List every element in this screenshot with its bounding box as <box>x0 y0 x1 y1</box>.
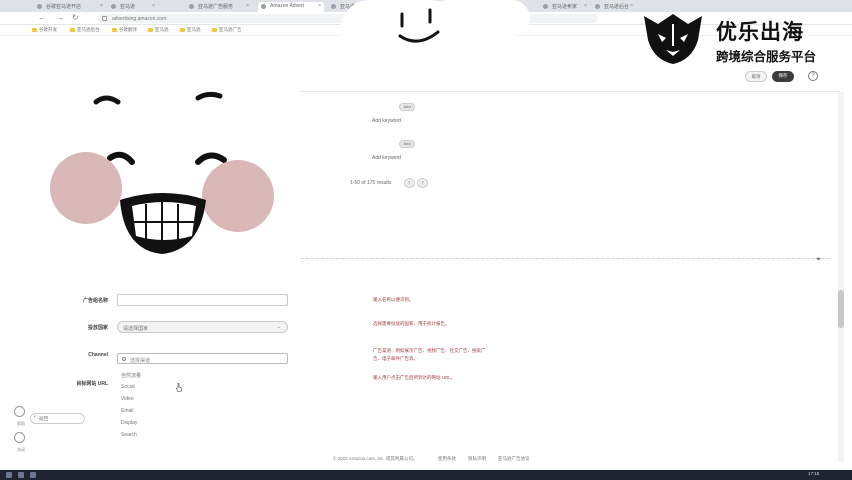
scrollbar-thumb[interactable] <box>838 290 844 328</box>
browser-tab[interactable]: 谷歌亚马逊开店 × <box>34 2 106 12</box>
rail-label-help: 帮助 <box>17 421 25 426</box>
dropdown-option[interactable]: Email <box>121 408 134 414</box>
browser-tab-active[interactable]: Amazon Advert × <box>258 2 324 12</box>
favicon-icon <box>543 4 548 9</box>
bookmark-item[interactable]: 谷歌开发 <box>32 27 57 33</box>
footer-link[interactable]: 使用条款 <box>438 456 456 462</box>
favicon-icon <box>37 4 42 9</box>
help-icon[interactable]: ? <box>808 71 818 81</box>
smile-sticker <box>398 8 440 43</box>
save-button[interactable]: 保存 <box>772 71 794 82</box>
help-text: 输入名称以便识别。 <box>373 297 414 302</box>
forward-icon[interactable]: → <box>56 14 64 22</box>
start-icon[interactable] <box>6 472 12 478</box>
add-keyword-button[interactable]: Add <box>399 103 415 111</box>
footer-link[interactable]: 隐私声明 <box>468 456 486 462</box>
bookmark-item[interactable]: 亚马逊广告 <box>212 27 242 33</box>
bookmark-item[interactable]: 亚马逊 <box>180 27 201 33</box>
rail-label-close: 关闭 <box>17 447 25 452</box>
help-icon[interactable] <box>14 406 25 417</box>
close-tab-icon[interactable]: × <box>246 3 249 9</box>
favicon-icon <box>189 4 194 9</box>
bookmark-item[interactable]: 亚马逊 <box>148 27 169 33</box>
brand-name: 优乐出海 <box>716 20 804 44</box>
chevron-down-icon: ⌄ <box>276 324 281 330</box>
dropdown-option[interactable]: Social <box>121 384 135 390</box>
country-label: 投放国家 <box>87 325 108 331</box>
scrollbar-track[interactable] <box>838 92 844 462</box>
hand-cursor-icon <box>176 383 182 392</box>
channel-label: Channel <box>88 352 108 358</box>
pagination-summary: 1-50 of 175 results <box>350 180 392 186</box>
add-keyword-link[interactable]: Add keyword <box>372 118 401 124</box>
favicon-icon <box>111 4 116 9</box>
settings-icon[interactable] <box>14 432 25 443</box>
cancel-button[interactable]: 取消 <box>745 71 767 82</box>
app-icon[interactable] <box>18 472 24 478</box>
taskbar: 17:15 <box>0 470 852 480</box>
brand-watermark: 优乐出海 跨境综合服务平台 <box>636 8 846 68</box>
browser-tab[interactable]: 亚马逊广告服务 × <box>186 2 252 12</box>
lion-logo-icon <box>644 14 702 64</box>
target-url-label: 目标网站 URL <box>76 381 108 387</box>
help-text: 广告渠道：例如展示广告、视频广告、社交广告、搜索广告、电子邮件广告等。 <box>373 348 486 361</box>
channel-dropdown: 自然流量 Social Video Email Display Search <box>117 366 177 448</box>
close-tab-icon[interactable]: × <box>584 3 587 9</box>
help-text: 选择需要投放的国家，用于统计报告。 <box>373 321 450 326</box>
lock-icon <box>102 16 107 21</box>
dropdown-option[interactable]: Search <box>121 432 137 438</box>
close-tab-icon[interactable]: × <box>152 3 155 9</box>
browser-tab[interactable]: 亚马逊卖家 × <box>540 2 590 12</box>
channel-search-input[interactable]: 选择渠道 <box>117 353 288 364</box>
bookmark-item[interactable]: 谷歌翻译 <box>112 27 137 33</box>
favicon-icon <box>331 4 336 9</box>
close-tab-icon[interactable]: × <box>630 3 633 9</box>
add-keyword-link[interactable]: Add keyword <box>372 155 401 161</box>
brand-subtitle: 跨境综合服务平台 <box>716 49 817 64</box>
back-icon[interactable]: ← <box>38 14 46 22</box>
taskbar-clock: 17:15 <box>808 471 820 476</box>
reload-icon[interactable]: ↻ <box>72 14 79 22</box>
scroll-arrows-icon[interactable]: ◂▸ <box>816 256 821 262</box>
country-select[interactable]: 请选择国家 ⌄ <box>117 321 288 333</box>
bookmark-item[interactable]: 亚马逊后台 <box>70 27 100 33</box>
favicon-icon <box>595 4 600 9</box>
back-button[interactable]: 返回 <box>30 413 85 424</box>
next-page-button[interactable]: › <box>417 178 428 188</box>
app-icon[interactable] <box>30 472 36 478</box>
dropdown-option[interactable]: Display <box>121 420 137 426</box>
favicon-icon <box>261 4 266 9</box>
help-text: 输入用户点击广告后所到达的网站 URL。 <box>373 375 456 380</box>
ad-group-name-input[interactable] <box>117 294 288 306</box>
dropdown-option[interactable]: 自然流量 <box>121 372 141 379</box>
footer-link[interactable]: 亚马逊广告协议 <box>498 456 530 462</box>
laughing-face-sticker <box>50 91 274 254</box>
close-tab-icon[interactable]: × <box>100 3 103 9</box>
browser-tab[interactable]: 亚马逊后台× <box>592 2 636 12</box>
browser-tab[interactable]: 亚马逊 × <box>108 2 158 12</box>
prev-page-button[interactable]: ‹ <box>404 178 415 188</box>
search-icon <box>122 357 126 361</box>
close-tab-icon[interactable]: × <box>318 3 321 9</box>
ad-group-name-label: 广告组名称 <box>82 298 108 304</box>
footer-copyright: © 2022 Amazon.com, Inc. 或其附属公司。 <box>333 456 418 461</box>
add-keyword-button[interactable]: Add <box>399 140 415 148</box>
dropdown-option[interactable]: Video <box>121 396 134 402</box>
